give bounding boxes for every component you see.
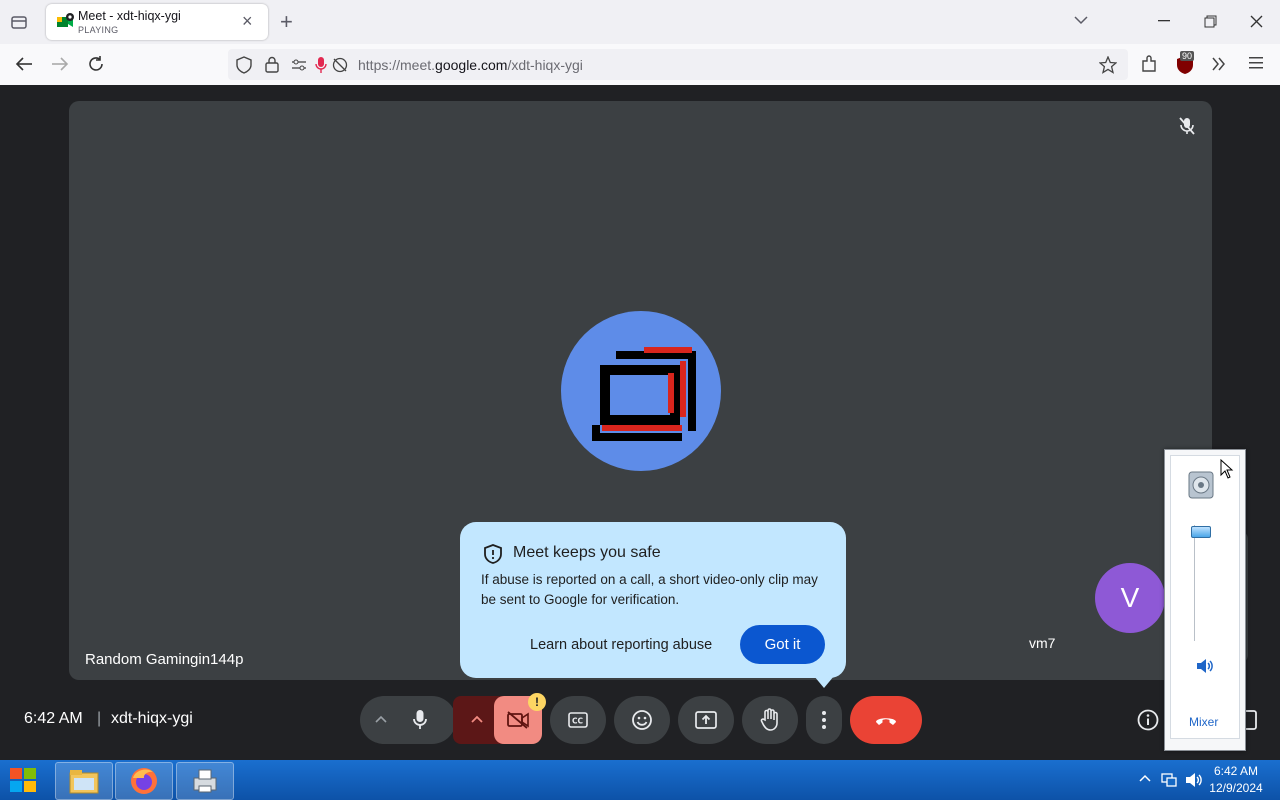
windows-taskbar: 6:42 AM 12/9/2024 bbox=[0, 760, 1280, 800]
hand-icon bbox=[760, 708, 778, 731]
volume-slider-thumb[interactable] bbox=[1191, 525, 1211, 538]
microphone-icon[interactable] bbox=[413, 709, 427, 731]
pixel-logo-icon bbox=[592, 347, 696, 441]
popup-title: Meet keeps you safe bbox=[513, 544, 661, 561]
muted-mic-icon bbox=[1179, 117, 1195, 135]
self-name: vm7 bbox=[1029, 635, 1056, 651]
clock[interactable]: 6:42 AM 12/9/2024 bbox=[1206, 763, 1266, 797]
participant-avatar bbox=[561, 311, 721, 471]
volume-slider-track[interactable] bbox=[1194, 525, 1213, 641]
svg-text:CC: CC bbox=[572, 717, 584, 726]
reload-icon[interactable] bbox=[87, 55, 105, 73]
speaker-icon[interactable] bbox=[1196, 658, 1214, 674]
chevron-up-icon bbox=[471, 715, 483, 723]
tab-title: Meet - xdt-hiqx-ygi bbox=[78, 9, 181, 23]
tab-bar: Meet - xdt-hiqx-ygi PLAYING × + bbox=[0, 0, 1280, 44]
learn-abuse-link[interactable]: Learn about reporting abuse bbox=[530, 637, 712, 653]
popup-body: If abuse is reported on a call, a short … bbox=[481, 572, 818, 607]
firefox-icon bbox=[131, 768, 157, 794]
end-call-icon bbox=[876, 718, 896, 725]
folder-icon bbox=[69, 770, 99, 794]
restore-icon[interactable] bbox=[1204, 15, 1217, 28]
address-bar[interactable]: https://meet.google.com/xdt-hiqx-ygi bbox=[228, 49, 1128, 80]
self-avatar: V bbox=[1095, 563, 1165, 633]
clock-time: 6:42 AM bbox=[1213, 764, 1259, 778]
chevron-up-icon bbox=[375, 715, 387, 723]
present-icon bbox=[695, 711, 717, 729]
captions-button[interactable]: CC bbox=[550, 696, 606, 744]
bookmark-star-icon[interactable] bbox=[1099, 56, 1117, 74]
footer-separator: | bbox=[97, 710, 102, 727]
mixer-link[interactable]: Mixer bbox=[1189, 715, 1218, 729]
microphone-sharing-icon[interactable] bbox=[315, 56, 327, 74]
meeting-details-icon[interactable] bbox=[1137, 709, 1159, 731]
app-menu-icon[interactable] bbox=[1249, 57, 1263, 69]
camera-blocked-icon[interactable] bbox=[332, 57, 348, 73]
firefox-taskbar[interactable] bbox=[115, 762, 173, 800]
forward-icon[interactable] bbox=[51, 56, 69, 72]
network-icon[interactable] bbox=[1161, 772, 1177, 788]
more-vert-icon bbox=[822, 711, 826, 729]
shield-icon[interactable] bbox=[236, 56, 252, 74]
printer-app-icon bbox=[193, 769, 217, 793]
back-icon[interactable] bbox=[15, 56, 33, 72]
start-button[interactable] bbox=[8, 766, 38, 794]
tab-close-icon[interactable]: × bbox=[242, 11, 253, 32]
window-close-icon[interactable] bbox=[1250, 15, 1263, 28]
got-it-button[interactable]: Got it bbox=[740, 625, 825, 664]
leave-call-button[interactable] bbox=[850, 696, 922, 744]
shield-icon bbox=[484, 544, 502, 564]
captions-icon: CC bbox=[568, 712, 588, 728]
present-screen-button[interactable] bbox=[678, 696, 734, 744]
meet-favicon bbox=[56, 13, 74, 31]
camera-off-icon bbox=[507, 711, 529, 729]
url-path: /xdt-hiqx-ygi bbox=[507, 57, 583, 73]
tab-playing-label: PLAYING bbox=[78, 25, 119, 35]
emoji-icon bbox=[632, 710, 652, 730]
more-options-button[interactable] bbox=[806, 696, 842, 744]
extensions-icon[interactable] bbox=[1140, 55, 1158, 73]
permissions-icon[interactable] bbox=[291, 58, 307, 72]
list-all-tabs-icon[interactable] bbox=[1074, 15, 1088, 25]
clock-date: 12/9/2024 bbox=[1209, 781, 1263, 795]
url-prefix: https://meet. bbox=[358, 57, 436, 73]
show-hidden-icons[interactable] bbox=[1139, 774, 1151, 782]
lock-icon[interactable] bbox=[265, 56, 279, 73]
tab-meet[interactable]: Meet - xdt-hiqx-ygi PLAYING × bbox=[46, 4, 268, 40]
warning-badge: ! bbox=[528, 693, 546, 711]
main-participant-name: Random Gamingin144p bbox=[85, 651, 244, 668]
minimize-icon[interactable] bbox=[1158, 20, 1170, 22]
raise-hand-button[interactable] bbox=[742, 696, 798, 744]
mouse-cursor bbox=[1220, 459, 1234, 479]
audio-options-button[interactable] bbox=[360, 696, 456, 744]
app-taskbar[interactable] bbox=[176, 762, 234, 800]
url-text[interactable]: https://meet.google.com/xdt-hiqx-ygi bbox=[358, 57, 583, 73]
tab-list-icon[interactable] bbox=[10, 13, 28, 31]
meeting-code: xdt-hiqx-ygi bbox=[111, 710, 193, 727]
meeting-time: 6:42 AM bbox=[24, 710, 83, 727]
popup-arrow bbox=[814, 676, 834, 688]
speaker-device-icon[interactable] bbox=[1187, 468, 1217, 502]
new-tab-button[interactable]: + bbox=[280, 9, 293, 35]
volume-tray-icon[interactable] bbox=[1185, 772, 1203, 788]
file-explorer-taskbar[interactable] bbox=[55, 762, 113, 800]
reactions-button[interactable] bbox=[614, 696, 670, 744]
extension-badge: 90 bbox=[1180, 51, 1195, 61]
volume-flyout: Mixer bbox=[1164, 449, 1246, 751]
overflow-chevron-icon[interactable] bbox=[1212, 57, 1226, 71]
url-domain: google.com bbox=[435, 57, 508, 73]
